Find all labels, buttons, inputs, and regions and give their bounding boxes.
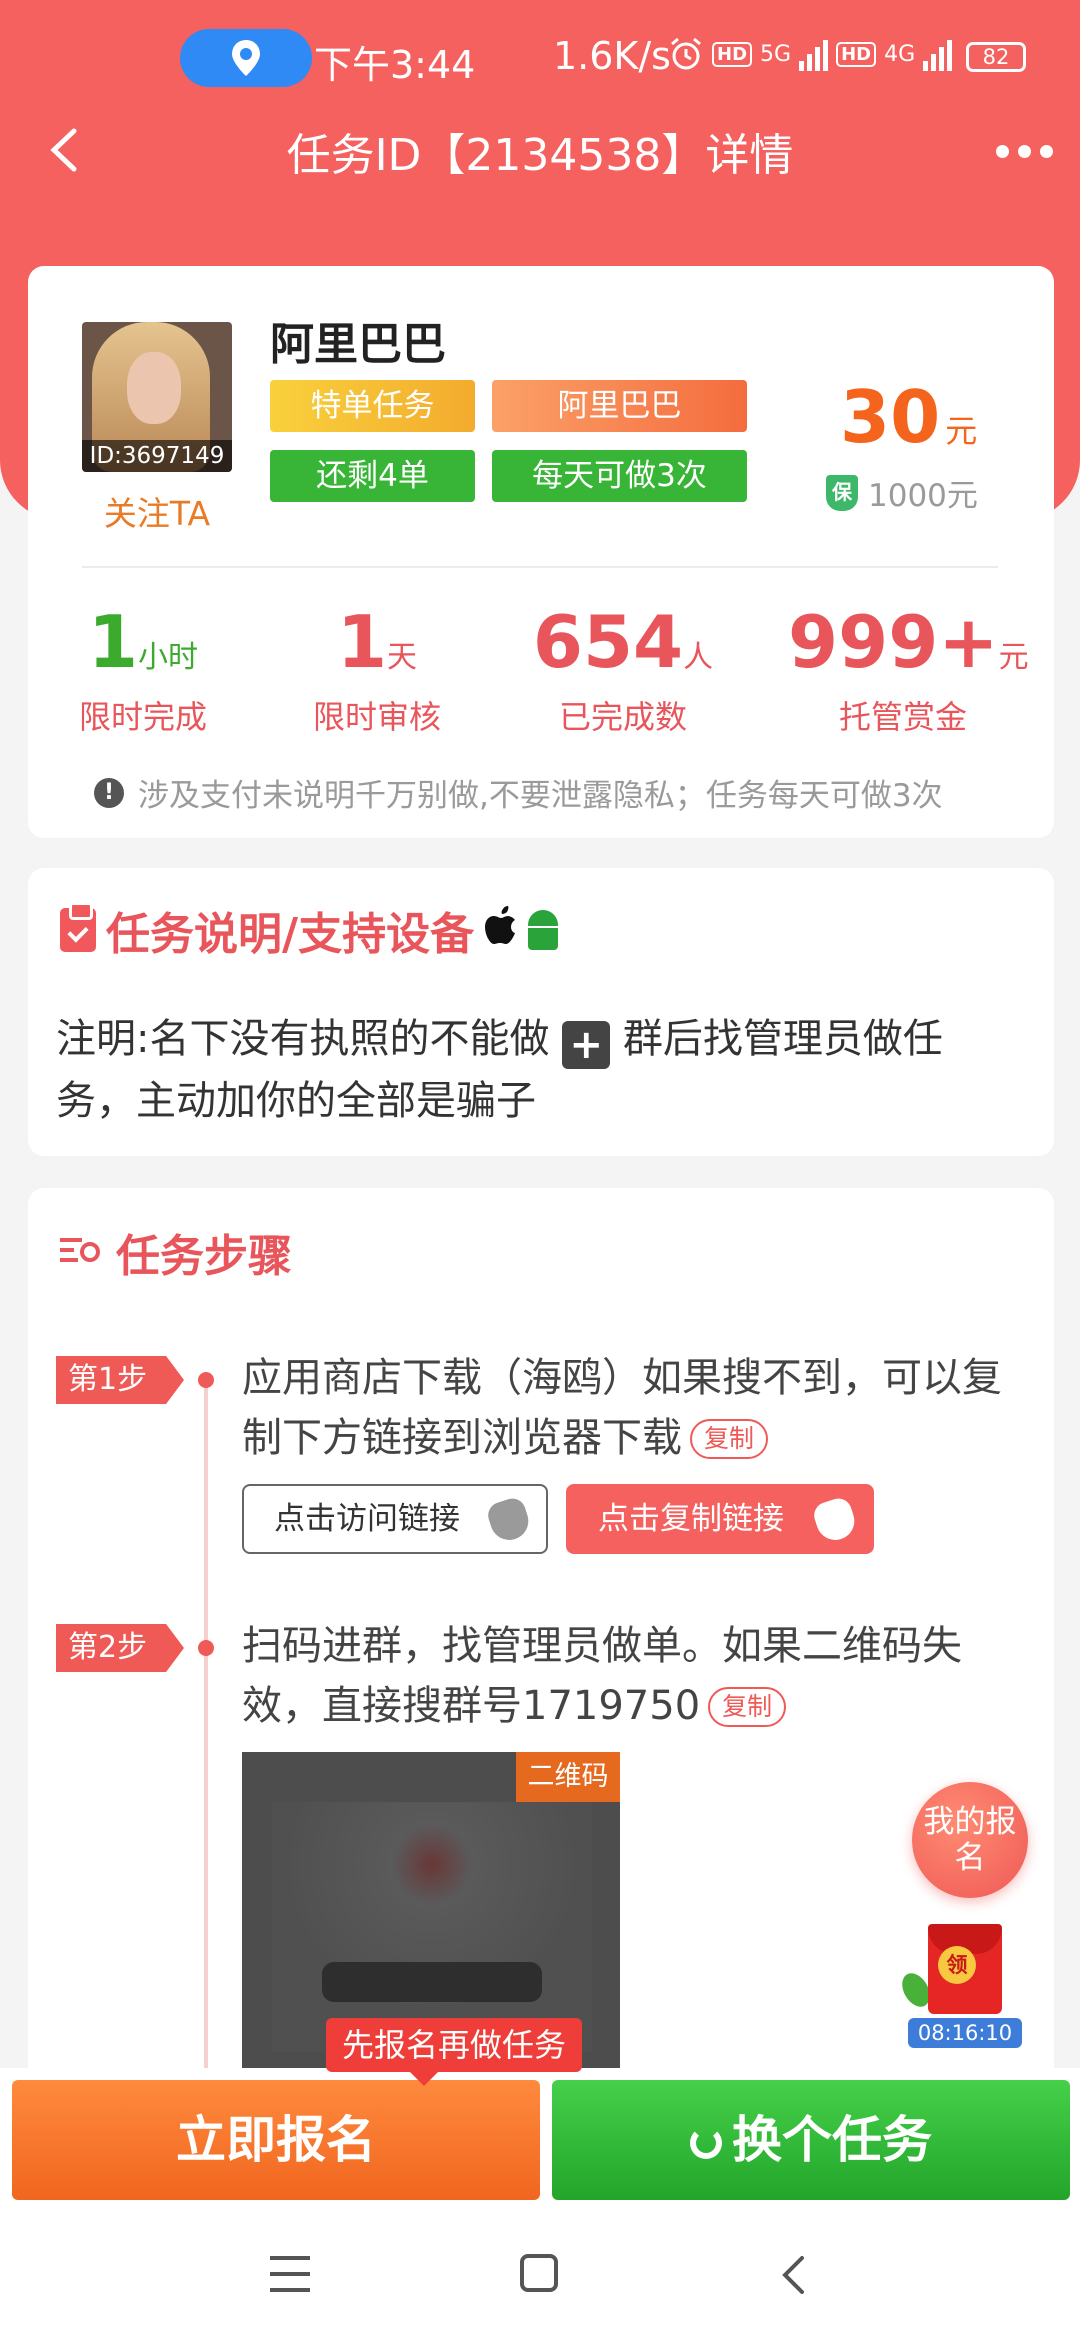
stat-value: 1 xyxy=(336,600,388,684)
step-1-description: 应用商店下载（海鸥）如果搜不到，可以复制下方链接到浏览器下载 xyxy=(242,1355,1002,1461)
avatar[interactable]: ID:3697149 xyxy=(82,322,232,472)
reward-value: 30 xyxy=(840,375,941,459)
stat-value: 1 xyxy=(87,600,139,684)
stat-completed: 654人 已完成数 xyxy=(508,600,738,738)
tag-remaining: 还剩4单 xyxy=(270,450,475,502)
tag-company: 阿里巴巴 xyxy=(492,380,747,432)
step-2-dot xyxy=(198,1640,214,1656)
location-pill[interactable] xyxy=(180,29,312,87)
step-2-description: 扫码进群，找管理员做单。如果二维码失效，直接搜群号1719750 xyxy=(242,1623,962,1729)
location-icon xyxy=(232,40,260,76)
avatar-id: ID:3697149 xyxy=(82,440,232,472)
stat-value: 654 xyxy=(532,600,684,684)
hand-pointer-icon xyxy=(810,1495,860,1545)
copy-button[interactable]: 复制 xyxy=(708,1687,787,1727)
apple-icon xyxy=(484,905,518,955)
stat-label: 托管赏金 xyxy=(838,698,967,736)
list-search-icon xyxy=(60,1232,106,1272)
publisher-name: 阿里巴巴 xyxy=(270,319,446,370)
reward-unit: 元 xyxy=(945,412,978,450)
copy-link-button[interactable]: 点击复制链接 xyxy=(566,1484,874,1554)
stat-escrow: 999+元 托管赏金 xyxy=(788,600,1029,738)
qr-code-tag: 二维码 xyxy=(516,1752,620,1802)
plus-icon: + xyxy=(562,1021,611,1069)
stat-label: 限时完成 xyxy=(78,698,207,736)
guarantee-amount: 1000元 xyxy=(868,478,978,514)
red-packet-label: 领 xyxy=(938,1946,976,1984)
red-packet-timer: 08:16:10 xyxy=(908,2018,1022,2048)
more-icon[interactable] xyxy=(996,145,1053,158)
stat-unit: 小时 xyxy=(138,640,199,675)
signup-now-button[interactable]: 立即报名 xyxy=(12,2080,540,2200)
signal-icon xyxy=(799,37,829,71)
visit-link-label: 点击访问链接 xyxy=(274,1501,460,1537)
bottom-action-bar: 立即报名 换个任务 xyxy=(0,2068,1080,2206)
reward-amount: 30 元 xyxy=(840,375,977,459)
signal-5g-label: 5G xyxy=(760,41,792,67)
step-1-label: 第1步 xyxy=(56,1356,184,1404)
my-signup-button[interactable]: 我的报名 xyxy=(912,1782,1028,1898)
notice-text: 涉及支付未说明千万别做,不要泄露隐私；任务每天可做3次 xyxy=(138,778,943,814)
status-icons: HD 5G HD 4G xyxy=(668,36,953,72)
switch-task-label: 换个任务 xyxy=(732,2111,932,2169)
menu-icon[interactable] xyxy=(270,2256,310,2292)
timeline-line xyxy=(204,1380,208,2080)
copy-link-label: 点击复制链接 xyxy=(598,1501,784,1537)
status-time: 下午3:44 xyxy=(314,43,476,87)
red-packet-icon[interactable]: 领 08:16:10 xyxy=(896,1924,1026,2048)
refresh-icon xyxy=(690,2127,722,2159)
nav-back-icon[interactable] xyxy=(772,2252,818,2298)
notice: ! 涉及支付未说明千万别做,不要泄露隐私；任务每天可做3次 xyxy=(94,770,943,815)
warning-icon: ! xyxy=(94,777,124,808)
divider xyxy=(82,566,998,568)
stat-value: 999+ xyxy=(788,600,999,684)
copy-button[interactable]: 复制 xyxy=(690,1419,769,1459)
description-text: 注明:名下没有执照的不能做 + 群后找管理员做任务，主动加你的全部是骗子 xyxy=(56,1008,1016,1132)
switch-task-button[interactable]: 换个任务 xyxy=(552,2080,1070,2200)
tag-daily-limit: 每天可做3次 xyxy=(492,450,747,502)
description-text-a: 注明:名下没有执照的不能做 xyxy=(56,1016,550,1062)
system-nav-bar xyxy=(0,2206,1080,2340)
stat-unit: 天 xyxy=(387,640,418,675)
stat-label: 限时审核 xyxy=(312,698,441,736)
step-1-text: 应用商店下载（海鸥）如果搜不到，可以复制下方链接到浏览器下载 复制 xyxy=(242,1348,1032,1468)
shield-icon: 保 xyxy=(826,474,858,511)
alarm-icon xyxy=(671,37,701,70)
header: 任务ID【2134538】详情 xyxy=(0,115,1080,185)
step-2-label: 第2步 xyxy=(56,1624,184,1672)
stat-unit: 元 xyxy=(998,640,1029,675)
step-2-text: 扫码进群，找管理员做单。如果二维码失效，直接搜群号1719750 复制 xyxy=(242,1616,1032,1736)
stat-unit: 人 xyxy=(683,640,714,675)
follow-button[interactable]: 关注TA xyxy=(82,487,232,535)
battery-icon: 82 xyxy=(966,42,1026,72)
step-1-dot xyxy=(198,1372,214,1388)
guarantee: 保 1000元 xyxy=(826,470,978,515)
description-title-text: 任务说明/支持设备 xyxy=(106,909,475,960)
home-icon[interactable] xyxy=(520,2254,558,2292)
description-title: 任务说明/支持设备 xyxy=(60,898,559,962)
signal-4g-label: 4G xyxy=(884,41,916,67)
stat-review-limit: 1天 限时审核 xyxy=(262,600,492,738)
network-speed: 1.6K/s xyxy=(553,34,671,78)
page-title: 任务ID【2134538】详情 xyxy=(286,130,794,181)
steps-title-text: 任务步骤 xyxy=(116,1231,292,1282)
steps-title: 任务步骤 xyxy=(60,1220,292,1284)
clipboard-icon xyxy=(60,902,96,952)
visit-link-button[interactable]: 点击访问链接 xyxy=(242,1484,548,1554)
hd-badge: HD xyxy=(712,41,753,67)
status-bar: 下午3:44 1.6K/s HD 5G HD 4G 82 xyxy=(0,0,1080,115)
stat-time-limit: 1小时 限时完成 xyxy=(28,600,258,738)
signup-tooltip: 先报名再做任务 xyxy=(326,2018,583,2086)
android-icon xyxy=(528,910,559,950)
hand-pointer-icon xyxy=(484,1495,534,1545)
hd-badge-2: HD xyxy=(836,41,877,67)
stat-label: 已完成数 xyxy=(558,698,687,736)
signal-icon-2 xyxy=(923,37,953,71)
tag-special-task: 特单任务 xyxy=(270,380,475,432)
